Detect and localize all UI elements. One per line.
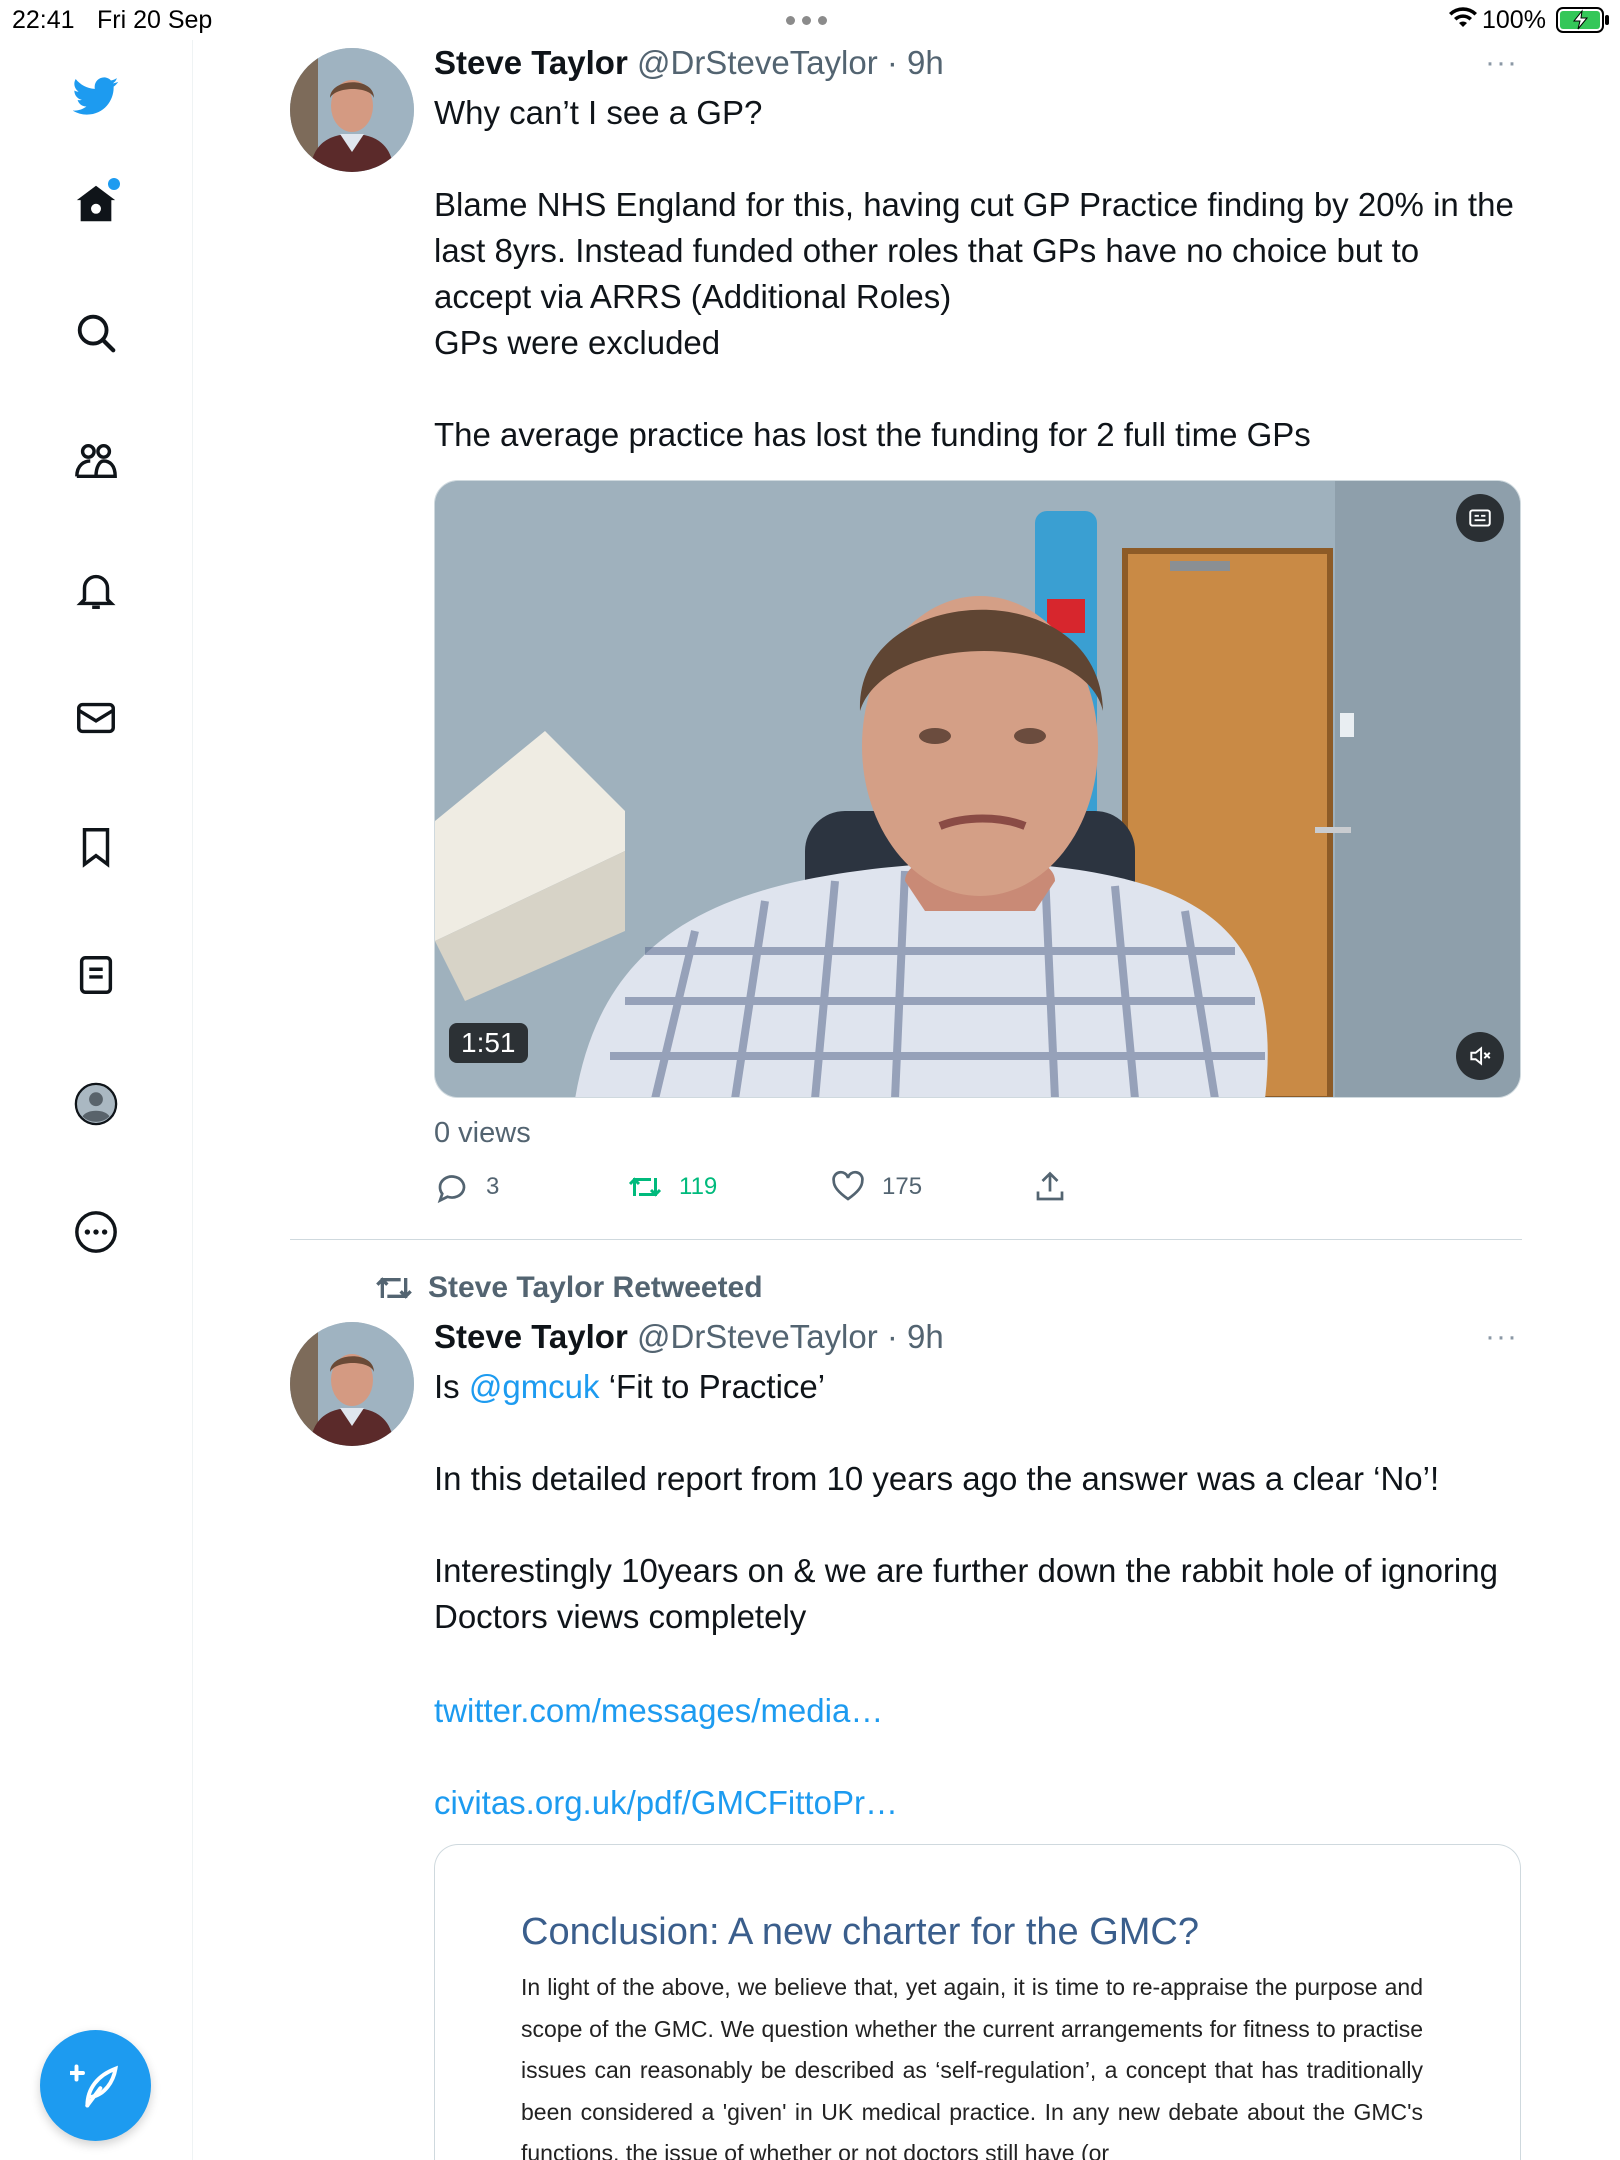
video-duration: 1:51: [449, 1023, 528, 1063]
reply-button[interactable]: 3: [434, 1169, 499, 1205]
tweet-image-card[interactable]: Conclusion: A new charter for the GMC? I…: [434, 1844, 1521, 2160]
tweet-link[interactable]: twitter.com/messages/media…: [434, 1692, 883, 1729]
sidebar-nav: [0, 40, 193, 2160]
tweet-text: Is @gmcuk ‘Fit to Practice’ In this deta…: [434, 1364, 1524, 1640]
tweet-header: Steve Taylor @DrSteveTaylor · 9h: [434, 44, 944, 82]
author-handle[interactable]: @DrSteveTaylor: [637, 1318, 878, 1355]
more-options-icon[interactable]: [68, 1204, 124, 1260]
tweet-header: Steve Taylor @DrSteveTaylor · 9h: [434, 1318, 944, 1356]
tweet-time[interactable]: · 9h: [887, 1318, 944, 1355]
bookmarks-icon[interactable]: [68, 819, 124, 875]
twitter-app-screen: 22:41 Fri 20 Sep 100% Steve Taylor @DrSt…: [0, 0, 1620, 2160]
tweet-actions: 3 119 175: [434, 1169, 1134, 1209]
avatar[interactable]: [290, 48, 414, 172]
retweet-icon: [376, 1277, 412, 1299]
tweet[interactable]: Steve Taylor @DrSteveTaylor · 9h ··· Is …: [290, 1314, 1521, 2160]
retweet-banner[interactable]: Steve Taylor Retweeted: [374, 1268, 763, 1308]
tweet-link-row: twitter.com/messages/media…: [434, 1688, 1524, 1734]
card-text: In light of the above, we believe that, …: [521, 1974, 1423, 2160]
notification-dot: [108, 178, 120, 190]
status-bar: 22:41 Fri 20 Sep 100%: [0, 0, 1620, 40]
battery-charging-icon: [1556, 7, 1609, 33]
tweet-text: Why can’t I see a GP? Blame NHS England …: [434, 94, 1514, 453]
tweet-more-options-icon[interactable]: ···: [1485, 1320, 1518, 1354]
notifications-icon[interactable]: [68, 562, 124, 618]
share-button[interactable]: [1032, 1169, 1068, 1205]
tweet-link-row: civitas.org.uk/pdf/GMCFittoPr…: [434, 1780, 1524, 1826]
tweet-link[interactable]: civitas.org.uk/pdf/GMCFittoPr…: [434, 1784, 898, 1821]
mention-link[interactable]: @gmcuk: [469, 1368, 600, 1405]
author-name[interactable]: Steve Taylor: [434, 44, 628, 81]
avatar[interactable]: [290, 1322, 414, 1446]
author-name[interactable]: Steve Taylor: [434, 1318, 628, 1355]
wifi-icon: [1449, 7, 1477, 27]
mute-icon[interactable]: [1456, 1032, 1504, 1080]
reply-count: 3: [486, 1173, 500, 1200]
tweet-text-body: ‘Fit to Practice’ In this detailed repor…: [434, 1368, 1498, 1635]
multitasking-dots-icon[interactable]: [786, 16, 827, 25]
home-icon[interactable]: [68, 176, 124, 232]
profile-icon[interactable]: [68, 1076, 124, 1132]
video-thumbnail: [435, 481, 1520, 1097]
battery-percentage: 100%: [1482, 6, 1546, 34]
card-title: Conclusion: A new charter for the GMC?: [521, 1911, 1199, 1953]
share-icon: [1036, 1171, 1064, 1201]
like-count: 175: [882, 1173, 923, 1200]
lists-icon[interactable]: [68, 947, 124, 1003]
author-handle[interactable]: @DrSteveTaylor: [637, 44, 878, 81]
retweet-count: 119: [679, 1173, 718, 1200]
tweet-video[interactable]: 1:51: [434, 480, 1521, 1098]
reply-icon: [437, 1175, 466, 1204]
status-time: 22:41: [12, 6, 75, 34]
compose-tweet-icon: [69, 2064, 118, 2107]
view-count: 0 views: [434, 1117, 531, 1149]
tweet-divider: [290, 1239, 1522, 1240]
tweet-time[interactable]: · 9h: [887, 44, 944, 81]
retweet-banner-text: Steve Taylor Retweeted: [428, 1271, 763, 1304]
heart-icon: [832, 1170, 864, 1201]
communities-icon[interactable]: [68, 433, 124, 489]
content-warning-icon[interactable]: [1456, 494, 1504, 542]
tweet[interactable]: Steve Taylor @DrSteveTaylor · 9h ··· Why…: [290, 40, 1521, 1240]
retweet-icon: [628, 1177, 662, 1197]
like-button[interactable]: 175: [830, 1169, 922, 1205]
twitter-logo-icon[interactable]: [68, 68, 124, 124]
retweet-button[interactable]: 119: [627, 1169, 717, 1205]
tweet-more-options-icon[interactable]: ···: [1485, 46, 1518, 80]
search-icon[interactable]: [68, 305, 124, 361]
status-date: Fri 20 Sep: [97, 6, 213, 34]
compose-tweet-button[interactable]: [40, 2030, 151, 2141]
messages-icon[interactable]: [68, 690, 124, 746]
tweet-text-intro: Is: [434, 1368, 469, 1405]
